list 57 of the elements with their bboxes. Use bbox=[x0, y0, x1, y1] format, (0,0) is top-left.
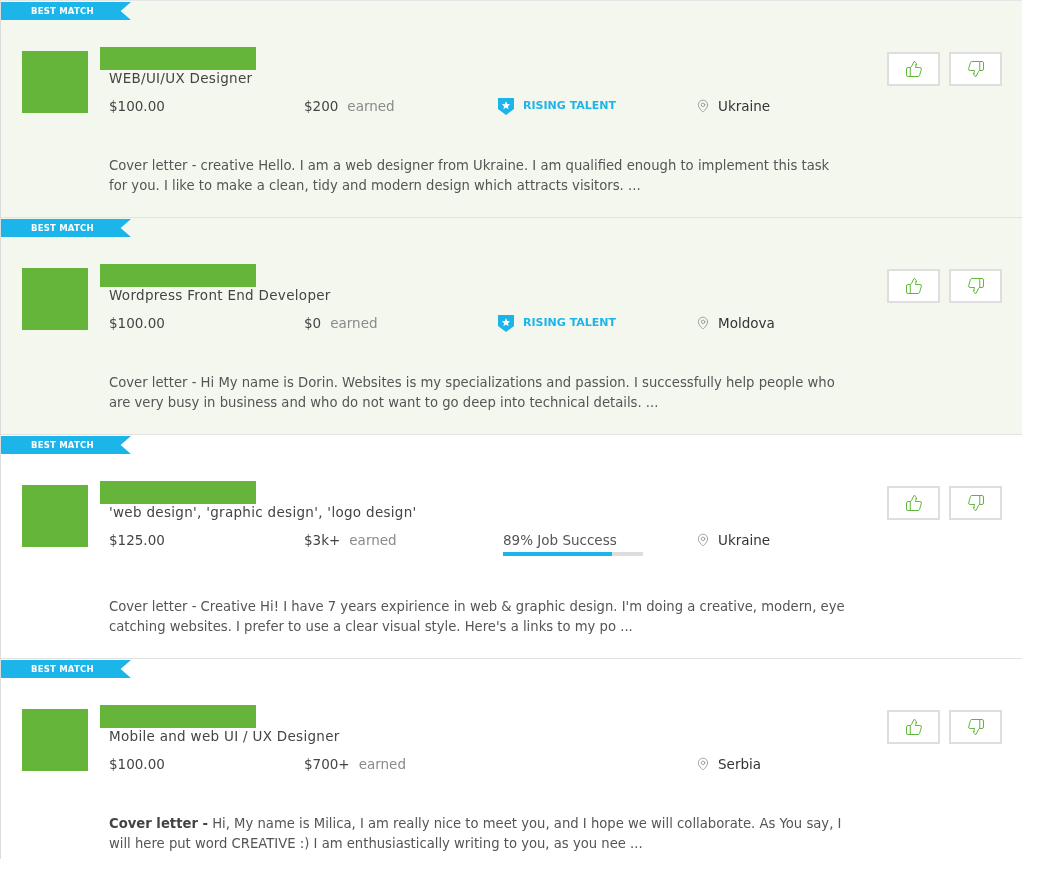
cover-letter-text: Cover letter - Hi, My name is Milica, I am really nice to meet you, and I hope we will collaborate. As You say, I will here put word CREATIVE :) I am enthusiastically writing to you, as you nee ... bbox=[108, 815, 843, 853]
location-text: Serbia bbox=[718, 755, 762, 773]
hourly-rate: $125.00 bbox=[109, 531, 166, 549]
earned-amount: $0 bbox=[304, 314, 322, 332]
best-match-ribbon: BEST MATCH bbox=[1, 436, 131, 454]
earned-label: earned bbox=[358, 755, 406, 773]
earned-label: earned bbox=[330, 314, 378, 332]
location-pin-icon bbox=[696, 316, 710, 330]
thumbs-up-button[interactable] bbox=[887, 710, 940, 744]
thumbs-down-icon bbox=[966, 277, 985, 295]
thumbs-up-icon bbox=[904, 718, 923, 736]
hourly-rate: $100.00 bbox=[109, 314, 166, 332]
job-success-label: 89% Job Success bbox=[503, 531, 618, 549]
thumbs-down-button[interactable] bbox=[949, 52, 1002, 86]
cover-letter-text: Cover letter - creative Hello. I am a web designer from Ukraine. I am qualified enough to implement this task for you. I like to make a clean, tidy and modern design which attracts visitors. ... bbox=[108, 157, 831, 195]
thumbs-down-icon bbox=[966, 718, 985, 736]
location-pin-icon bbox=[696, 99, 710, 113]
hourly-rate: $100.00 bbox=[109, 755, 166, 773]
avatar-placeholder bbox=[22, 709, 88, 771]
location-text: Ukraine bbox=[718, 531, 771, 549]
thumbs-up-icon bbox=[904, 277, 923, 295]
thumbs-down-button[interactable] bbox=[949, 710, 1002, 744]
freelancer-title: 'web design', 'graphic design', 'logo design' bbox=[108, 504, 417, 520]
thumbs-down-icon bbox=[966, 494, 985, 512]
thumbs-up-button[interactable] bbox=[887, 52, 940, 86]
earned-label: earned bbox=[349, 531, 397, 549]
best-match-ribbon: BEST MATCH bbox=[1, 2, 131, 20]
shield-star-icon bbox=[498, 97, 514, 115]
best-match-ribbon: BEST MATCH bbox=[1, 219, 131, 237]
thumbs-up-icon bbox=[904, 60, 923, 78]
avatar-placeholder bbox=[22, 51, 88, 113]
thumbs-down-button[interactable] bbox=[949, 486, 1002, 520]
avatar-placeholder bbox=[22, 268, 88, 330]
earned-label: earned bbox=[347, 97, 395, 115]
cover-letter-text: Cover letter - Creative Hi! I have 7 years expirience in web & graphic design. I'm doing a creative, modern, eye catching websites. I prefer to use a clear visual style. Here's a links to my po ... bbox=[108, 598, 846, 636]
location-text: Ukraine bbox=[718, 97, 771, 115]
earned-amount: $3k+ bbox=[304, 531, 341, 549]
thumbs-up-icon bbox=[904, 494, 923, 512]
rising-talent-label: RISING TALENT bbox=[523, 98, 617, 114]
avatar-placeholder bbox=[22, 485, 88, 547]
earned-amount: $700+ bbox=[304, 755, 350, 773]
thumbs-down-icon bbox=[966, 60, 985, 78]
freelancer-title: WEB/UI/UX Designer bbox=[108, 70, 253, 86]
freelancer-title: Wordpress Front End Developer bbox=[108, 287, 331, 303]
location-pin-icon bbox=[696, 757, 710, 771]
thumbs-up-button[interactable] bbox=[887, 486, 940, 520]
thumbs-down-button[interactable] bbox=[949, 269, 1002, 303]
earned-amount: $200 bbox=[304, 97, 339, 115]
best-match-ribbon: BEST MATCH bbox=[1, 660, 131, 678]
rising-talent-label: RISING TALENT bbox=[523, 315, 617, 331]
shield-star-icon bbox=[498, 314, 514, 332]
thumbs-up-button[interactable] bbox=[887, 269, 940, 303]
cover-letter-text: Cover letter - Hi My name is Dorin. Websites is my specializations and passion. I successfully help people who are very busy in business and who do not want to go deep into technical details. ... bbox=[108, 374, 836, 412]
hourly-rate: $100.00 bbox=[109, 97, 166, 115]
location-pin-icon bbox=[696, 533, 710, 547]
location-text: Moldova bbox=[718, 314, 775, 332]
freelancer-title: Mobile and web UI / UX Designer bbox=[108, 728, 340, 744]
